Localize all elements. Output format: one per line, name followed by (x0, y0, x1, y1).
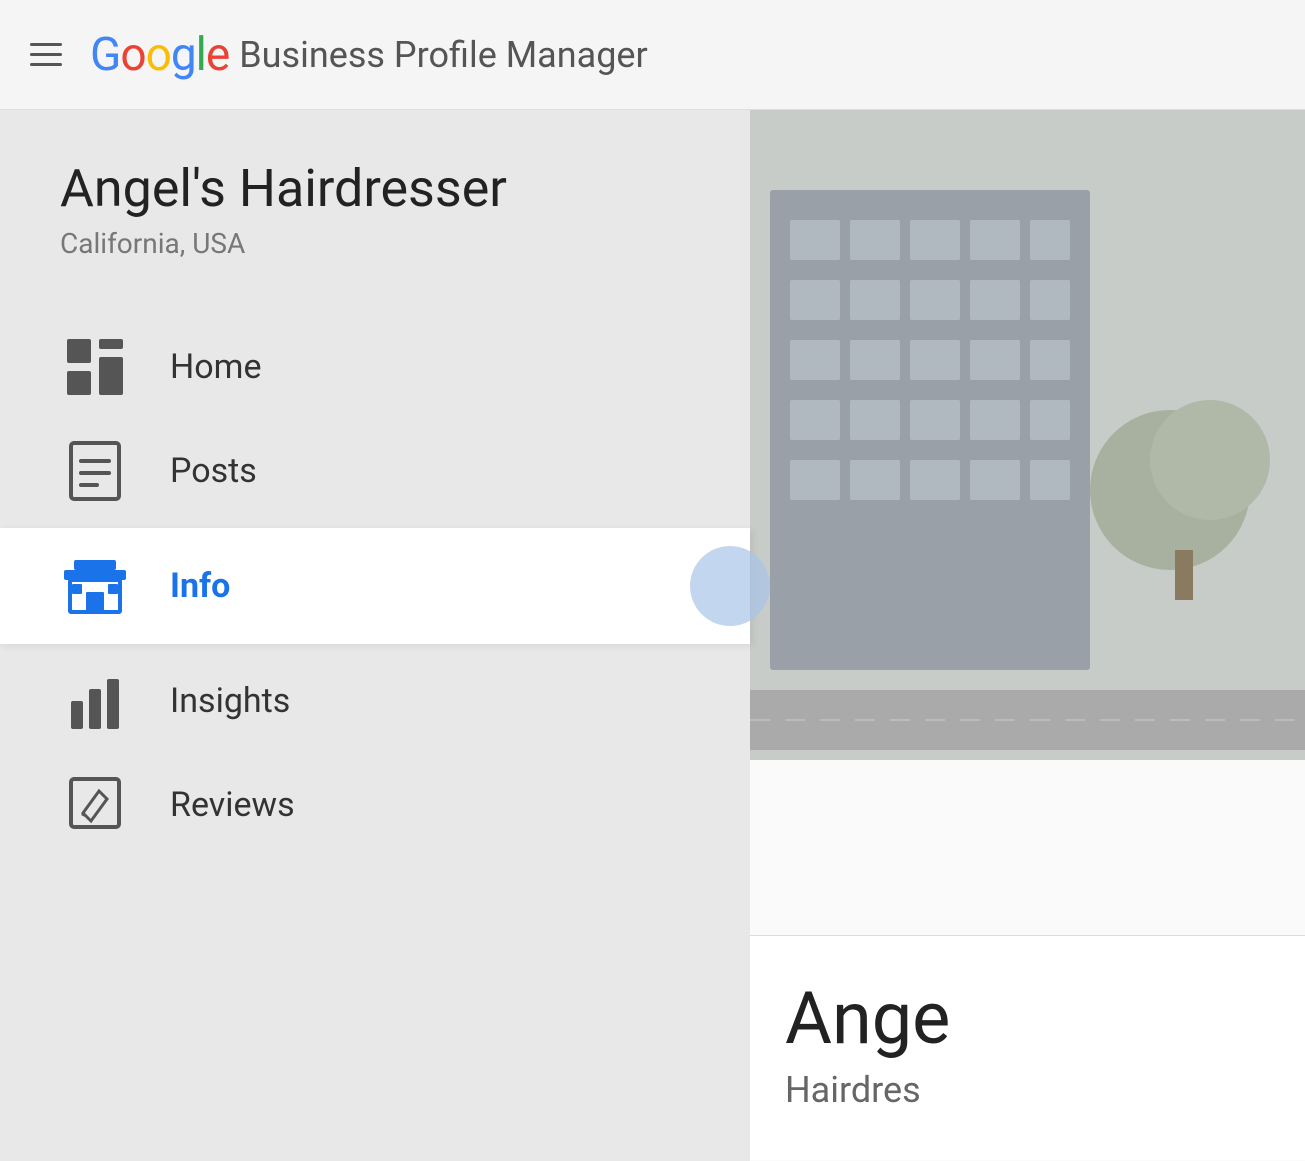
business-location: California, USA (60, 227, 750, 260)
sidebar-item-posts[interactable]: Posts (60, 419, 750, 523)
reviews-icon (60, 775, 130, 835)
overlay-business-type: Hairdres (785, 1069, 1270, 1111)
home-label: Home (170, 347, 262, 387)
sidebar-item-home[interactable]: Home (60, 315, 750, 419)
posts-label: Posts (170, 451, 257, 491)
menu-button[interactable] (30, 43, 62, 66)
business-card-overlay: Ange Hairdres (750, 935, 1305, 1161)
app-title: Business Profile Manager (239, 34, 647, 76)
main-layout: Angel's Hairdresser California, USA Home (0, 110, 1305, 1161)
insights-label: Insights (170, 681, 290, 721)
sidebar: Angel's Hairdresser California, USA Home (0, 110, 750, 1161)
sidebar-item-reviews[interactable]: Reviews (60, 753, 750, 857)
insights-icon (60, 671, 130, 731)
posts-icon (60, 441, 130, 501)
right-panel: Ange Hairdres (750, 110, 1305, 1161)
sidebar-item-info[interactable]: Info (0, 528, 750, 644)
sidebar-item-insights[interactable]: Insights (60, 649, 750, 753)
selection-indicator (690, 546, 770, 626)
info-icon (60, 556, 130, 616)
header: Google Business Profile Manager (0, 0, 1305, 110)
home-icon (60, 337, 130, 397)
info-label: Info (170, 566, 230, 606)
business-name: Angel's Hairdresser (60, 160, 750, 217)
overlay-business-name: Ange (785, 976, 1270, 1061)
google-logo: Google (90, 28, 229, 82)
reviews-label: Reviews (170, 785, 295, 825)
